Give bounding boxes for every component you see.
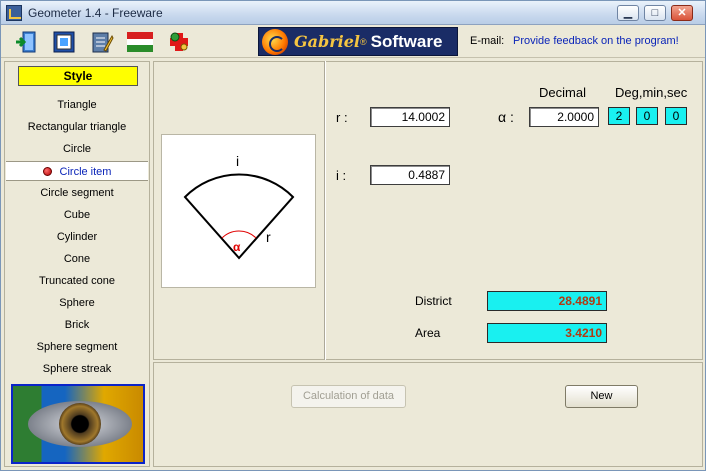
dms-header: Deg,min,sec: [615, 85, 688, 100]
style-header: Style: [18, 66, 138, 86]
circle-item-figure: i r α: [161, 134, 316, 288]
decimal-header: Decimal: [539, 85, 586, 100]
district-label: District: [415, 294, 452, 308]
angle-arc: [221, 230, 257, 239]
gabriel-logo-icon: [262, 28, 288, 55]
district-value: 28.4891: [487, 291, 607, 311]
hungarian-flag-icon: [127, 32, 153, 52]
gabriel-software-banner[interactable]: Gabriel ® Software: [258, 27, 458, 56]
sidebar-item-circle[interactable]: Circle: [6, 139, 148, 159]
calculate-button[interactable]: Calculation of data: [291, 385, 406, 408]
selected-radio-icon: [42, 167, 52, 176]
area-label: Area: [415, 326, 441, 340]
maximize-icon: □: [651, 6, 659, 19]
sidebar-item-cube[interactable]: Cube: [6, 205, 148, 225]
sidebar-item-circle-item[interactable]: Circle item: [6, 161, 148, 181]
new-button[interactable]: New: [565, 385, 638, 408]
i-label: i :: [336, 168, 347, 183]
eye-iris: [59, 403, 101, 445]
panel-divider: [324, 61, 326, 360]
fit-button[interactable]: [51, 29, 77, 55]
r-label: r :: [336, 110, 348, 125]
sidebar-item-sphere[interactable]: Sphere: [6, 293, 148, 313]
minute-field[interactable]: 0: [636, 107, 658, 125]
banner-registered-mark: ®: [359, 36, 367, 47]
maximize-button[interactable]: □: [644, 5, 666, 21]
arc-label: i: [236, 153, 239, 169]
exit-button[interactable]: [13, 29, 39, 55]
fit-icon: [53, 31, 75, 53]
sidebar-item-circle-segment[interactable]: Circle segment: [6, 183, 148, 203]
alpha-input[interactable]: 2.0000: [529, 107, 599, 127]
help-button[interactable]: [166, 29, 192, 55]
help-icon: [170, 32, 188, 51]
app-window: Geometer 1.4 - Freeware ▁ □ ✕ Gabriel ® …: [0, 0, 706, 471]
second-field[interactable]: 0: [665, 107, 687, 125]
sidebar-item-sphere-streak[interactable]: Sphere streak: [6, 359, 148, 379]
notepad-button[interactable]: [89, 29, 115, 55]
minimize-button[interactable]: ▁: [617, 5, 639, 21]
language-button[interactable]: [127, 29, 153, 55]
eye-logo-image: [11, 384, 145, 464]
close-button[interactable]: ✕: [671, 5, 693, 21]
sidebar-item-rectangular-triangle[interactable]: Rectangular triangle: [6, 117, 148, 137]
action-panel: [153, 362, 703, 467]
degree-field[interactable]: 2: [608, 107, 630, 125]
area-value: 3.4210: [487, 323, 607, 343]
close-icon: ✕: [677, 6, 687, 19]
alpha-label: α :: [498, 109, 514, 125]
feedback-link[interactable]: Provide feedback on the program!: [513, 35, 679, 47]
app-icon[interactable]: [6, 5, 22, 21]
email-label: E-mail:: [470, 35, 505, 47]
sector-diagram: i r α: [183, 153, 295, 260]
r-input[interactable]: 14.0002: [370, 107, 450, 127]
shape-sidebar: Style Triangle Rectangular triangle Circ…: [4, 61, 150, 467]
sidebar-item-brick[interactable]: Brick: [6, 315, 148, 335]
sidebar-item-label: Circle item: [59, 166, 112, 178]
window-title: Geometer 1.4 - Freeware: [28, 6, 163, 20]
title-bar[interactable]: Geometer 1.4 - Freeware ▁ □ ✕: [1, 1, 705, 25]
sidebar-item-sphere-segment[interactable]: Sphere segment: [6, 337, 148, 357]
minimize-icon: ▁: [623, 6, 633, 19]
banner-software: Software: [370, 31, 443, 51]
sidebar-item-truncated-cone[interactable]: Truncated cone: [6, 271, 148, 291]
sidebar-item-cone[interactable]: Cone: [6, 249, 148, 269]
angle-label: α: [233, 240, 241, 254]
i-input[interactable]: 0.4887: [370, 165, 450, 185]
sidebar-item-cylinder[interactable]: Cylinder: [6, 227, 148, 247]
exit-icon: [16, 31, 36, 53]
banner-name: Gabriel: [294, 32, 360, 51]
notepad-icon: [92, 32, 114, 53]
sidebar-item-triangle[interactable]: Triangle: [6, 95, 148, 115]
radius-label: r: [266, 229, 271, 245]
